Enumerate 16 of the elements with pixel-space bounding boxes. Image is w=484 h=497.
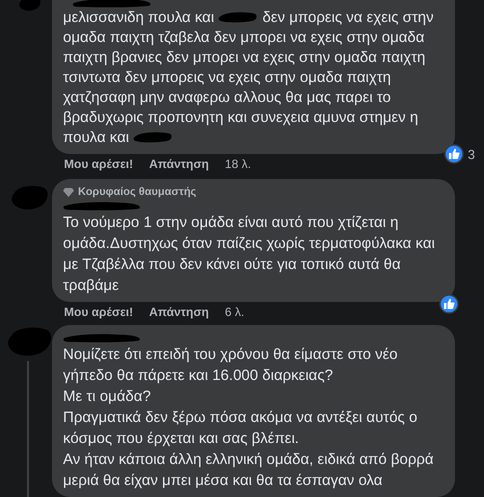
reaction-count: 3 [468,146,475,162]
action-link[interactable]: Απάντηση [149,305,209,319]
diamond-icon [63,188,74,196]
timestamp[interactable]: 18 λ. [224,157,251,171]
timestamp[interactable]: 6 λ. [224,305,244,319]
action-link[interactable]: Μου αρέσει! [64,157,134,171]
comment-text: μελισσανιδη πουλα και δεν μπορεις να εχεις στην ομαδα παιχτη τζαβελα δεν μπορει να εχεις στην ομαδα παιχτη βρανιες δεν μπορει να εχεις στην ομαδα παιχτη τσιντωτα δεν μπορεις να εχεις στην ομαδα παιχτη χατζησαφη μην αναφερω αλλους θα μας παρει το βραδυχωρις προπονητη και συνεχεια αμυνα στημεν η πουλα και [63,8,435,148]
redaction-scribble [133,130,174,144]
redaction-scribble [218,10,258,24]
fan-label: Κορυφαίος θαυμαστής [78,186,196,198]
like-icon[interactable] [439,294,459,314]
action-link[interactable]: Απάντηση [149,157,209,171]
action-link[interactable]: Μου αρέσει! [64,305,134,319]
like-icon[interactable] [444,144,464,164]
comment-text: Νομίζετε ότι επειδή του χρόνου θα είμαστε στο νέο γήπεδο θα πάρετε και 16.000 διαρκειας? Με τι ομάδα? Πραγματικά δεν ξέρω πόσα ακόμα να αντέξει αυτός ο κόσμος που έρχεται και σας βλέπει. Αν ήταν κάποια άλλη ελληνική ομάδα, ειδικά από βορρά μεριά θα είχαν μπει μέσα και θα τα έσπαγαν ολα [63,345,435,491]
comment-text: Το νούμερο 1 στην ομάδα είναι αυτό που χτίζεται η ομάδα.Δυστηχως όταν παίζεις χωρίς τερματοφύλακα και με Τζαβέλλα που δεν κάνει ούτε για τοπικό αυτά θα τραβάμε [63,213,435,296]
